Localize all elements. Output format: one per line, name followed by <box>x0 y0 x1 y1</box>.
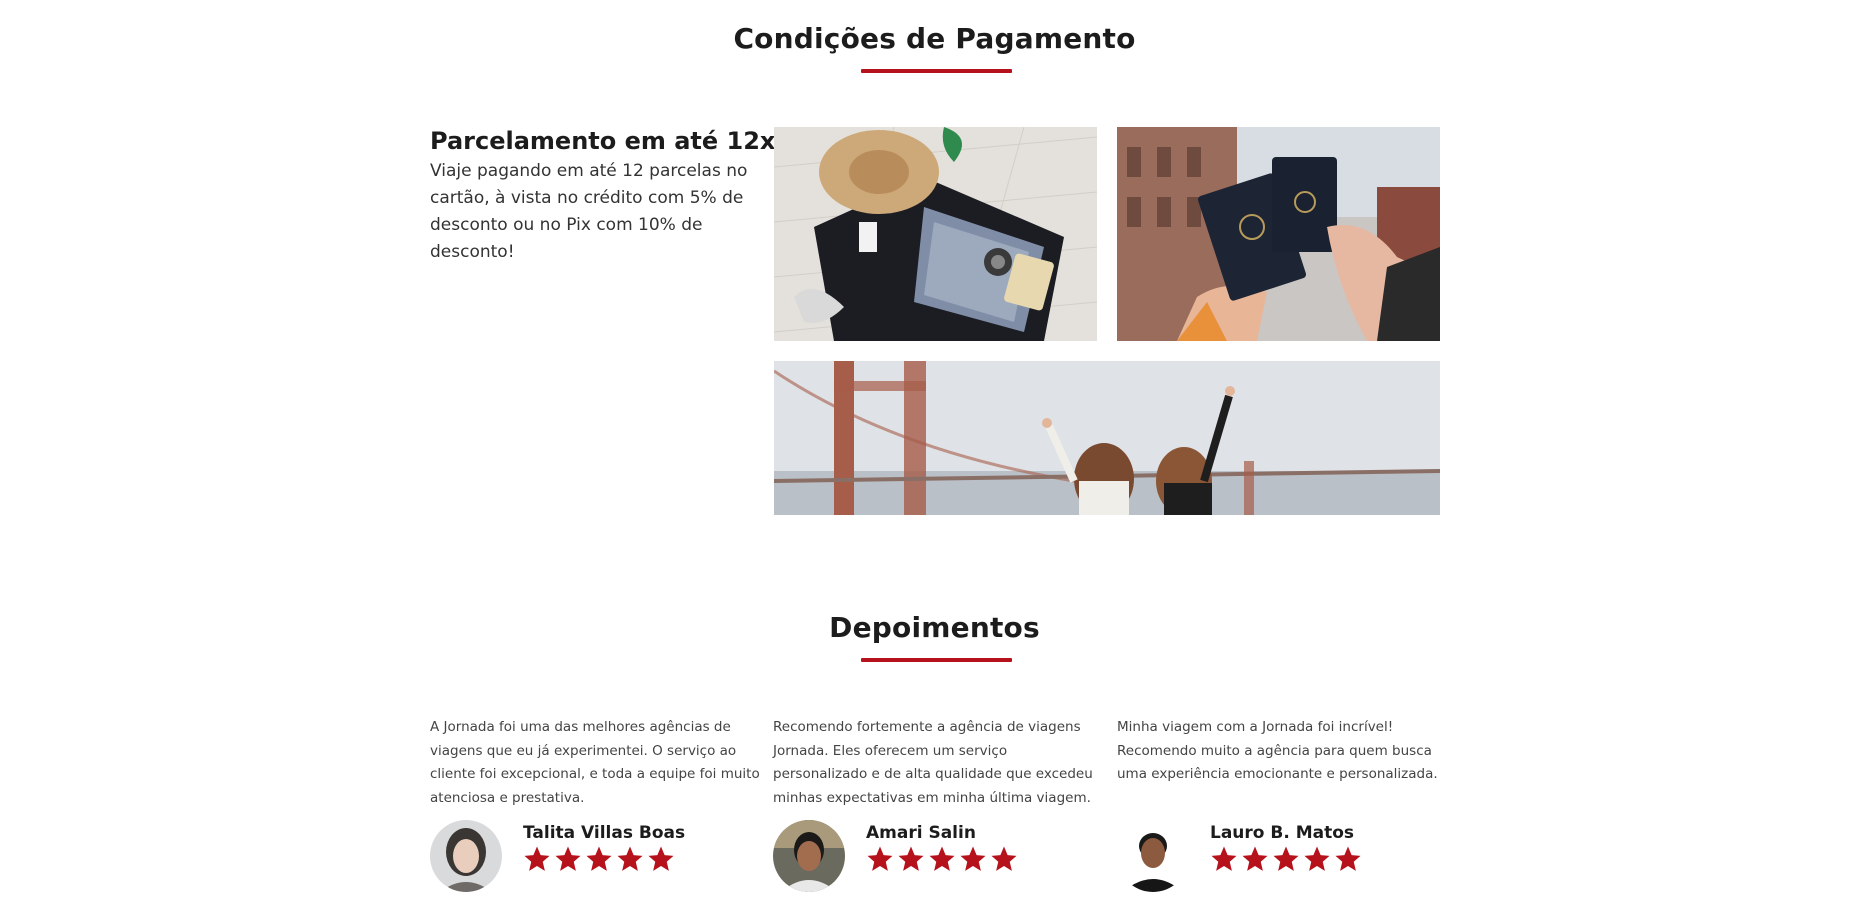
star-rating <box>1209 844 1363 874</box>
star-icon <box>615 844 645 874</box>
avatar <box>773 820 845 892</box>
star-icon <box>553 844 583 874</box>
star-rating <box>865 844 1019 874</box>
testimonials-section-title: Depoimentos <box>829 611 1040 644</box>
star-icon <box>1209 844 1239 874</box>
payment-section-title: Condições de Pagamento <box>733 22 1136 55</box>
testimonial-text: Minha viagem com a Jornada foi incrível!… <box>1117 719 1438 782</box>
star-rating <box>522 844 676 874</box>
star-icon <box>865 844 895 874</box>
luggage-photo <box>774 127 1097 341</box>
testimonial-card: Minha viagem com a Jornada foi incrível!… <box>1117 716 1447 892</box>
reviewer-name: Lauro B. Matos <box>1210 823 1355 843</box>
star-icon <box>1240 844 1270 874</box>
avatar <box>1117 820 1189 892</box>
installments-description: Viaje pagando em até 12 parcelas no cart… <box>430 161 748 262</box>
star-icon <box>1302 844 1332 874</box>
installments-heading: Parcelamento em até 12x! <box>430 127 787 155</box>
testimonial-card: A Jornada foi uma das melhores agências … <box>430 716 760 892</box>
bridge-travelers-photo <box>774 361 1440 515</box>
testimonial-text: Recomendo fortemente a agência de viagen… <box>773 719 1093 806</box>
testimonial-card: Recomendo fortemente a agência de viagen… <box>773 716 1103 892</box>
star-icon <box>1333 844 1363 874</box>
star-icon <box>646 844 676 874</box>
star-icon <box>584 844 614 874</box>
star-icon <box>896 844 926 874</box>
testimonials-title-underline <box>861 658 1012 662</box>
star-icon <box>989 844 1019 874</box>
payment-title-underline <box>861 69 1012 73</box>
testimonial-text: A Jornada foi uma das melhores agências … <box>430 719 760 806</box>
passports-photo <box>1117 127 1440 341</box>
reviewer-name: Amari Salin <box>866 823 976 843</box>
star-icon <box>927 844 957 874</box>
star-icon <box>1271 844 1301 874</box>
avatar <box>430 820 502 892</box>
star-icon <box>522 844 552 874</box>
star-icon <box>958 844 988 874</box>
reviewer-name: Talita Villas Boas <box>523 823 686 843</box>
